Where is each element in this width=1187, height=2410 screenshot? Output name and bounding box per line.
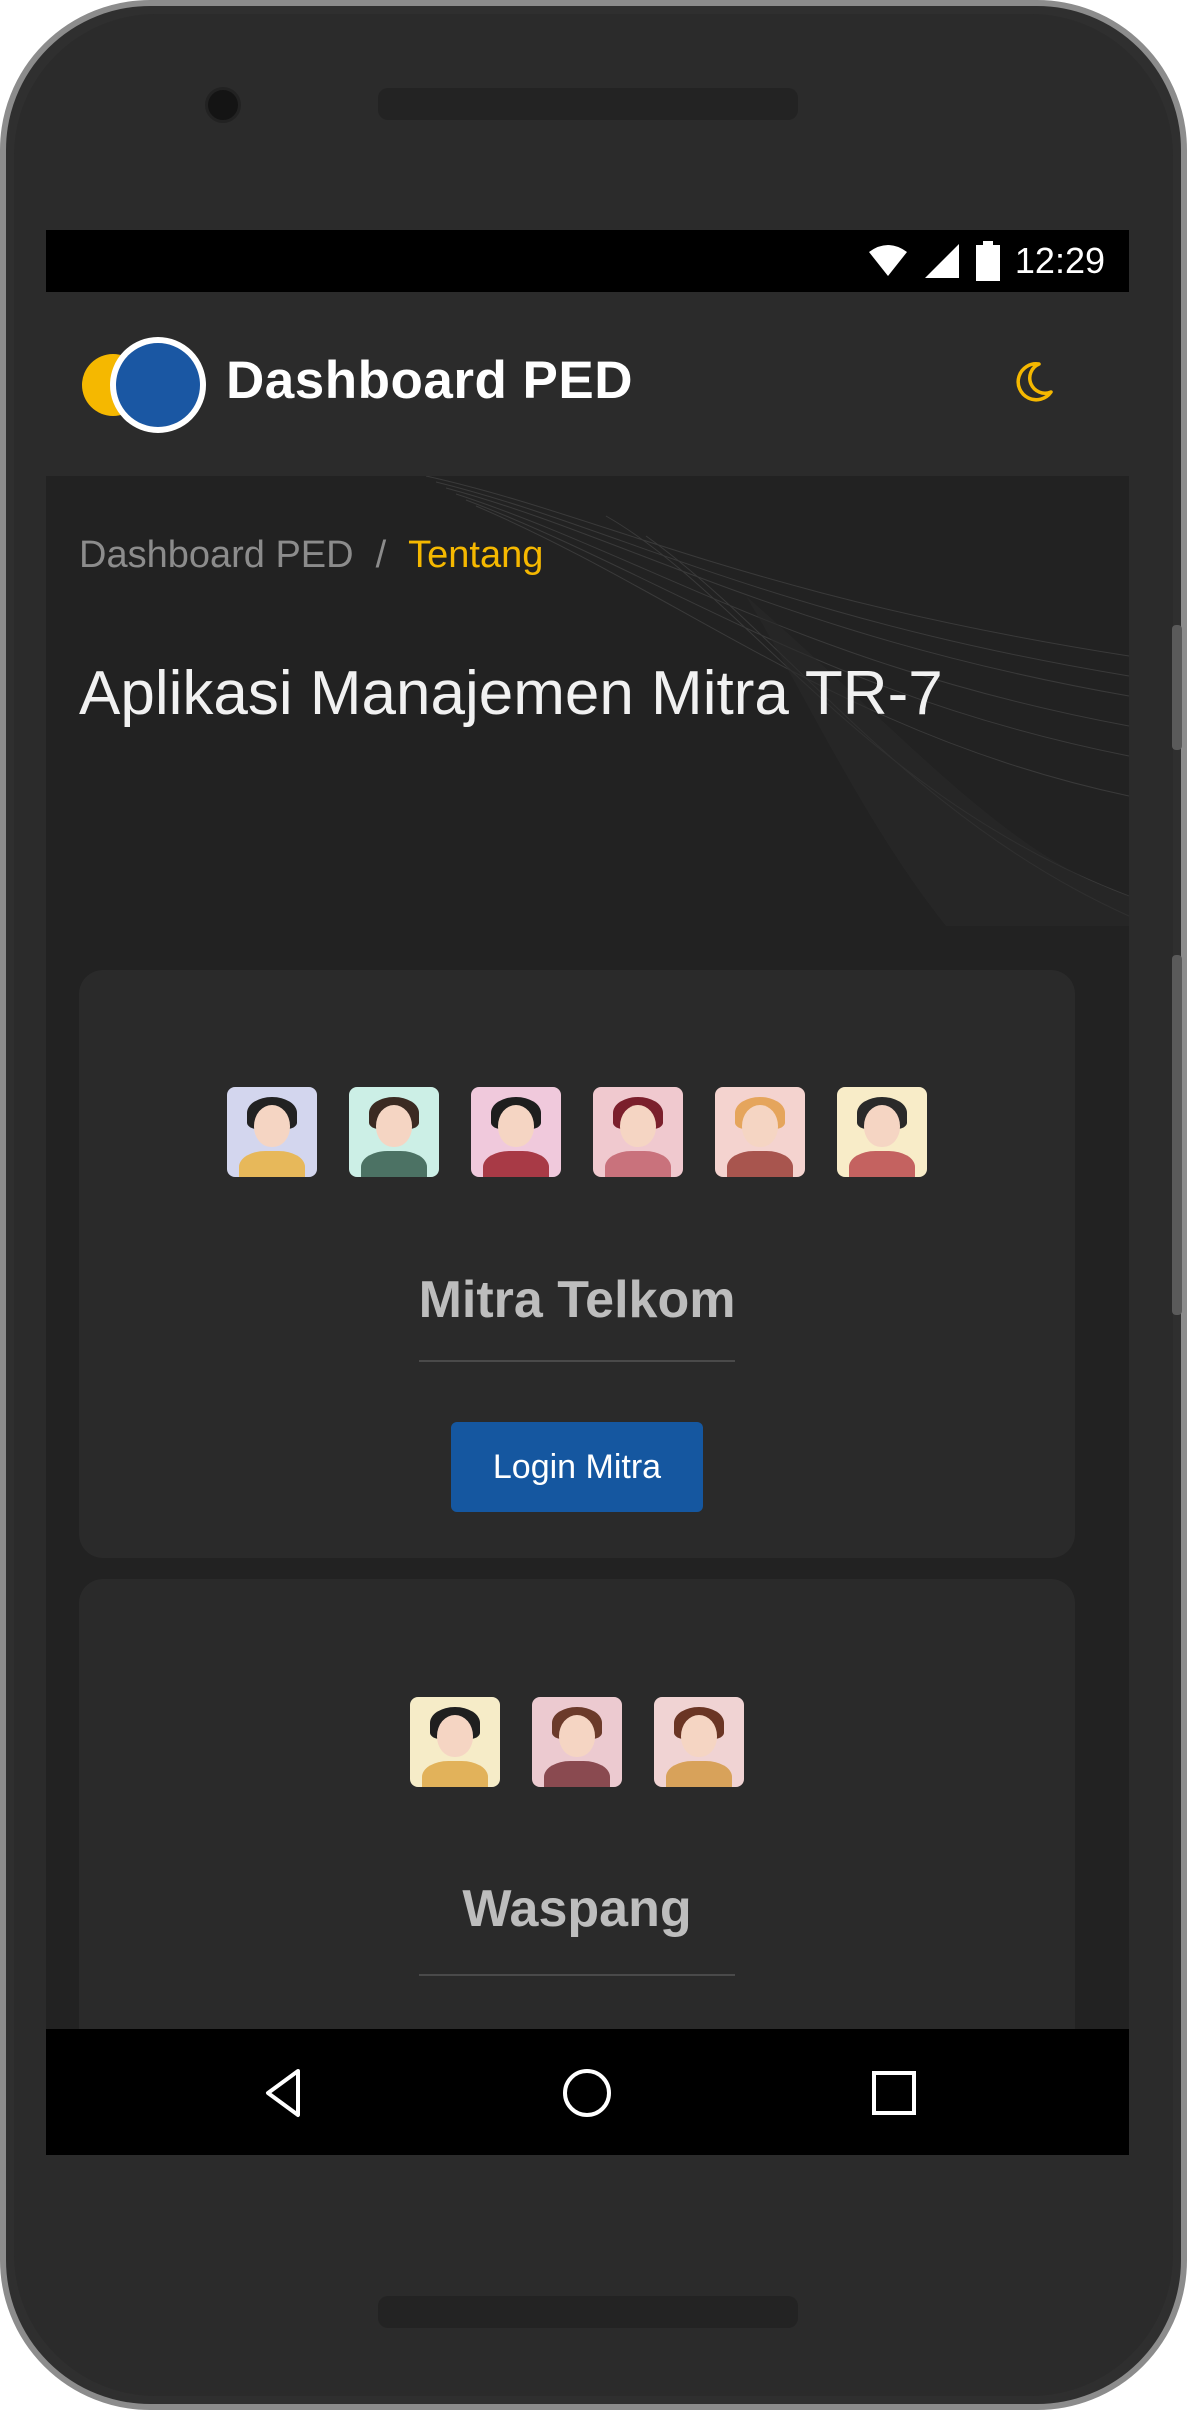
- mitra-telkom-card: Mitra Telkom Login Mitra: [79, 970, 1075, 1558]
- system-navigation-bar: [46, 2029, 1129, 2155]
- wifi-icon: [868, 245, 907, 276]
- screen: 12:29 Dashboard PED Dashboard PED / Tent…: [46, 230, 1129, 2155]
- power-button: [1172, 955, 1182, 1315]
- avatar: [349, 1087, 439, 1177]
- app-logo[interactable]: [82, 337, 206, 433]
- phone-frame: 12:29 Dashboard PED Dashboard PED / Tent…: [0, 0, 1187, 2410]
- avatar: [837, 1087, 927, 1177]
- login-mitra-button[interactable]: Login Mitra: [451, 1422, 703, 1512]
- breadcrumb: Dashboard PED / Tentang: [79, 534, 543, 577]
- volume-button: [1172, 625, 1182, 750]
- avatar: [532, 1697, 622, 1787]
- signal-icon: [924, 244, 959, 278]
- avatar: [227, 1087, 317, 1177]
- earpiece-speaker: [378, 88, 798, 120]
- avatar: [654, 1697, 744, 1787]
- card-divider: [419, 1974, 735, 1976]
- bottom-speaker: [378, 2296, 798, 2328]
- breadcrumb-current: Tentang: [408, 534, 544, 576]
- battery-icon: [975, 241, 1000, 281]
- brand-title[interactable]: Dashboard PED: [226, 350, 633, 411]
- app-navbar: Dashboard PED: [46, 292, 1129, 476]
- home-icon[interactable]: [559, 2065, 615, 2121]
- avatar: [715, 1087, 805, 1177]
- card-divider: [419, 1360, 735, 1362]
- avatar-group: [79, 1087, 1075, 1177]
- avatar-group: [79, 1697, 1075, 1787]
- avatar: [471, 1087, 561, 1177]
- recents-icon[interactable]: [866, 2065, 922, 2121]
- back-icon[interactable]: [256, 2065, 312, 2121]
- breadcrumb-separator: /: [375, 534, 387, 576]
- avatar: [593, 1087, 683, 1177]
- front-camera: [205, 87, 241, 123]
- breadcrumb-home[interactable]: Dashboard PED: [79, 534, 354, 576]
- moon-icon[interactable]: [1009, 358, 1057, 406]
- status-bar: 12:29: [46, 230, 1129, 292]
- avatar: [410, 1697, 500, 1787]
- page-title: Aplikasi Manajemen Mitra TR-7: [79, 658, 943, 728]
- page-header: Dashboard PED / Tentang Aplikasi Manajemen…: [46, 476, 1129, 926]
- card-title: Mitra Telkom: [418, 1271, 736, 1329]
- status-time: 12:29: [1014, 240, 1105, 281]
- card-title: Waspang: [462, 1880, 692, 1938]
